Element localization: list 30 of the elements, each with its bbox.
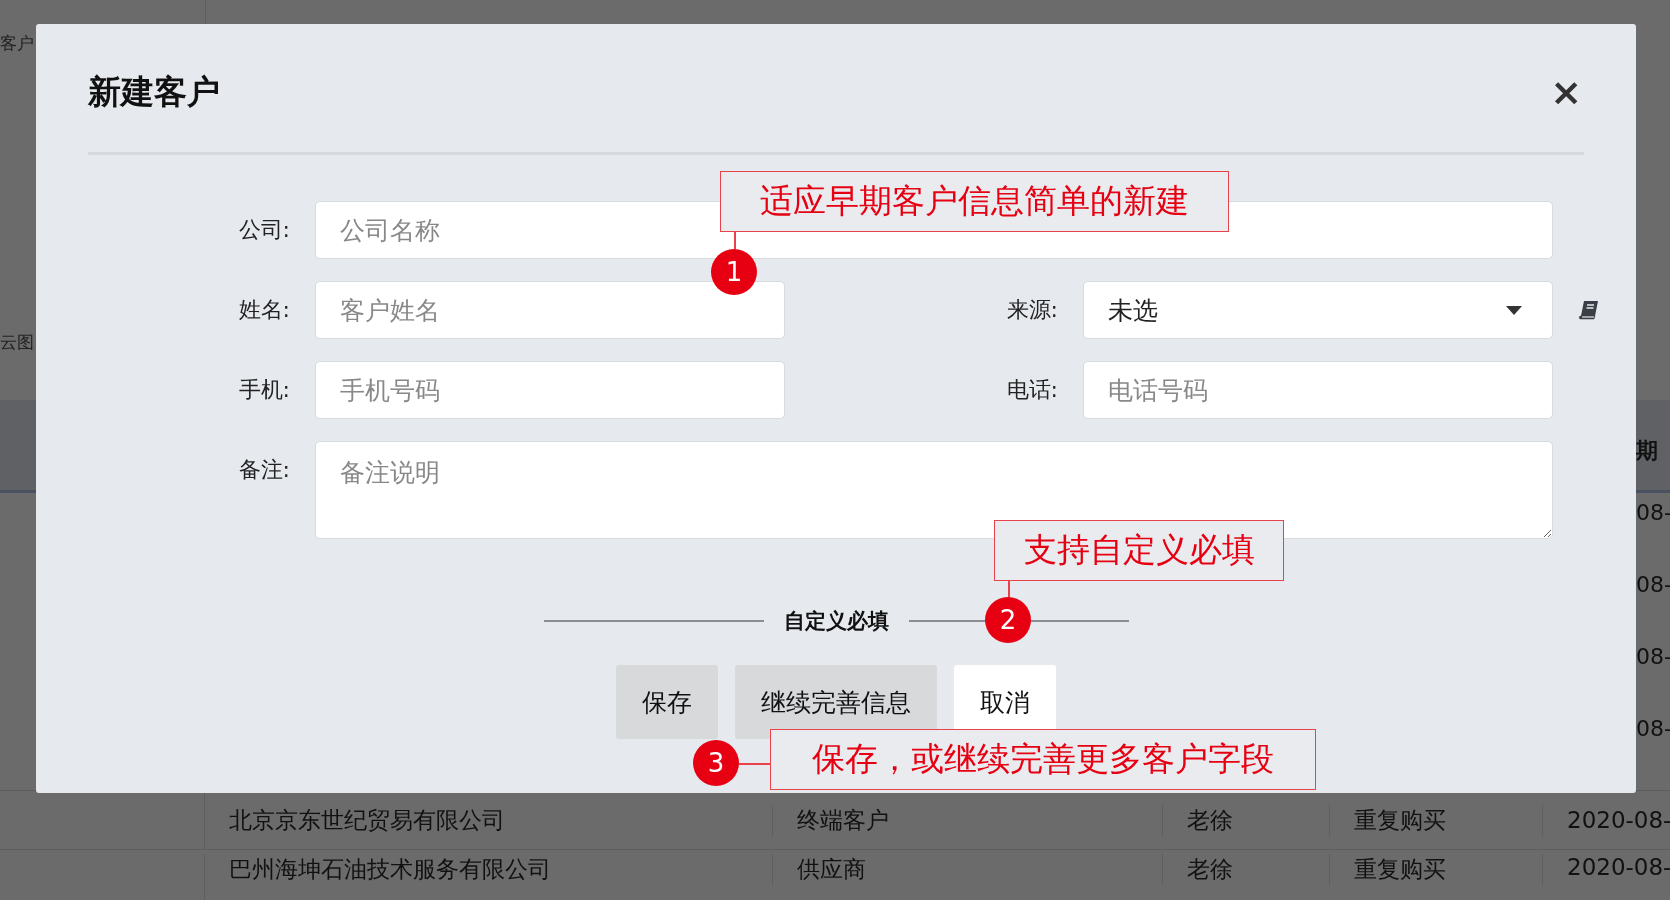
- field-label: 来源:: [1006, 296, 1058, 324]
- field-label: 电话:: [1006, 376, 1058, 404]
- table-cell: 供应商: [773, 854, 1163, 885]
- table-cell: 巴州海坤石油技术服务有限公司: [205, 854, 773, 885]
- table-cell: 08-: [1636, 644, 1670, 669]
- field-label: 备注:: [238, 456, 290, 484]
- table-cell: 08-: [1636, 572, 1670, 597]
- field-label: 手机:: [238, 376, 290, 404]
- table-cell-text: 2020-08-: [1566, 854, 1670, 880]
- table-cell: 老徐: [1163, 854, 1330, 885]
- table-cell: 08-: [1636, 500, 1670, 525]
- table-cell: 08-: [1636, 716, 1670, 741]
- field-label: 姓名:: [238, 296, 290, 324]
- table-cell: 重复购买: [1330, 804, 1543, 836]
- annotation-tooltip: 支持自定义必填: [994, 520, 1284, 581]
- table-cell: 老徐: [1163, 804, 1330, 836]
- step-number: 2: [985, 597, 1031, 643]
- table-cell: 重复购买: [1330, 854, 1543, 885]
- table-cell: 终端客户: [773, 804, 1163, 836]
- table-cell-text: 2020-08-: [1566, 807, 1670, 833]
- annotation-tooltip: 适应早期客户信息简单的新建: [720, 171, 1229, 232]
- annotation-tooltip: 保存，或继续完善更多客户字段: [770, 729, 1316, 790]
- column-header: 期: [1636, 437, 1659, 465]
- table-text: 客户: [0, 32, 35, 55]
- table-text: 云图: [0, 331, 35, 354]
- section-heading: 自定义必填: [783, 608, 889, 635]
- table-cell: 北京京东世纪贸易有限公司: [205, 804, 773, 836]
- step-number: 3: [693, 740, 739, 786]
- field-label: 公司:: [238, 216, 290, 244]
- dialog-title: 新建客户: [88, 70, 220, 113]
